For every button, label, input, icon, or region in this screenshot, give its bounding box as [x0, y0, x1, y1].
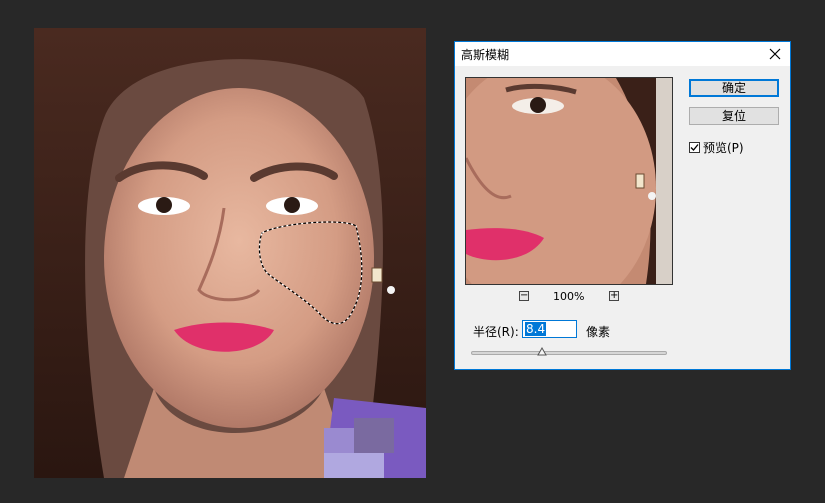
radius-value: 8.4	[525, 322, 547, 336]
gaussian-blur-dialog: 高斯模糊 − 100% + 确定 复位 预览(P) 半径(R): 8.4 像素	[454, 41, 791, 370]
preview-image	[466, 78, 672, 284]
dialog-titlebar[interactable]: 高斯模糊	[455, 42, 790, 66]
radius-unit: 像素	[586, 325, 611, 339]
checkmark-icon	[690, 144, 699, 151]
zoom-level: 100%	[553, 290, 585, 303]
dialog-title: 高斯模糊	[461, 48, 510, 62]
radius-label: 半径(R):	[473, 325, 519, 339]
zoom-controls: − 100% +	[465, 290, 673, 304]
radius-slider-track[interactable]	[471, 351, 667, 355]
preview-checkbox-box[interactable]	[689, 142, 700, 153]
radius-slider-thumb[interactable]	[536, 346, 547, 356]
blur-preview[interactable]	[465, 77, 673, 285]
ok-button[interactable]: 确定	[689, 79, 779, 97]
radius-input[interactable]: 8.4	[522, 320, 577, 338]
preview-checkbox-label: 预览(P)	[703, 141, 744, 155]
zoom-out-button[interactable]: −	[519, 291, 529, 301]
reset-button[interactable]: 复位	[689, 107, 779, 125]
close-icon	[769, 48, 781, 60]
portrait-image	[34, 28, 426, 478]
zoom-in-button[interactable]: +	[609, 291, 619, 301]
close-button[interactable]	[760, 42, 790, 66]
photo-canvas[interactable]	[34, 28, 426, 478]
preview-checkbox[interactable]: 预览(P)	[689, 139, 744, 156]
